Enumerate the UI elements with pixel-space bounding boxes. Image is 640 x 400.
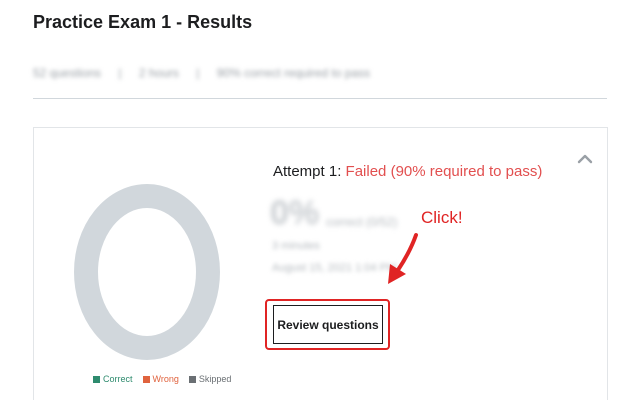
attempt-duration: 3 minutes — [272, 240, 320, 252]
callout-arrow-icon — [388, 233, 418, 284]
meta-separator: | — [196, 66, 200, 80]
exam-meta: 52 questions | 2 hours | 90% correct req… — [33, 66, 384, 80]
header-divider — [33, 98, 607, 99]
wrong-swatch — [142, 375, 150, 383]
meta-separator: | — [118, 66, 122, 80]
skipped-ring — [74, 184, 220, 360]
callout-label: Click! — [421, 208, 463, 227]
legend-correct: Correct — [93, 374, 133, 384]
page-title: Practice Exam 1 - Results — [33, 12, 253, 32]
legend-skipped: Skipped — [188, 374, 231, 384]
review-questions-button[interactable]: Review questions — [273, 305, 383, 344]
skipped-swatch — [188, 375, 196, 383]
correct-swatch — [93, 375, 100, 383]
chevron-up-icon — [577, 154, 593, 164]
attempt-date: August 15, 2021 1:04 PM — [272, 262, 397, 274]
score-percent: 0% — [270, 194, 320, 232]
attempt-status: Failed (90% required to pass) — [345, 163, 543, 180]
attempt-summary: Attempt 1: Failed (90% required to pass) — [273, 163, 542, 180]
pass-requirement: 90% correct required to pass — [216, 66, 371, 80]
chart-legend: Correct Wrong Skipped — [93, 374, 231, 384]
exam-duration: 2 hours — [138, 66, 179, 80]
collapse-button[interactable] — [574, 150, 596, 168]
question-count: 52 questions — [33, 66, 102, 80]
results-donut-chart — [74, 184, 220, 360]
attempt-label: Attempt 1: — [273, 163, 342, 180]
score-detail: correct (0/52) — [326, 215, 398, 229]
legend-wrong: Wrong — [142, 374, 179, 384]
